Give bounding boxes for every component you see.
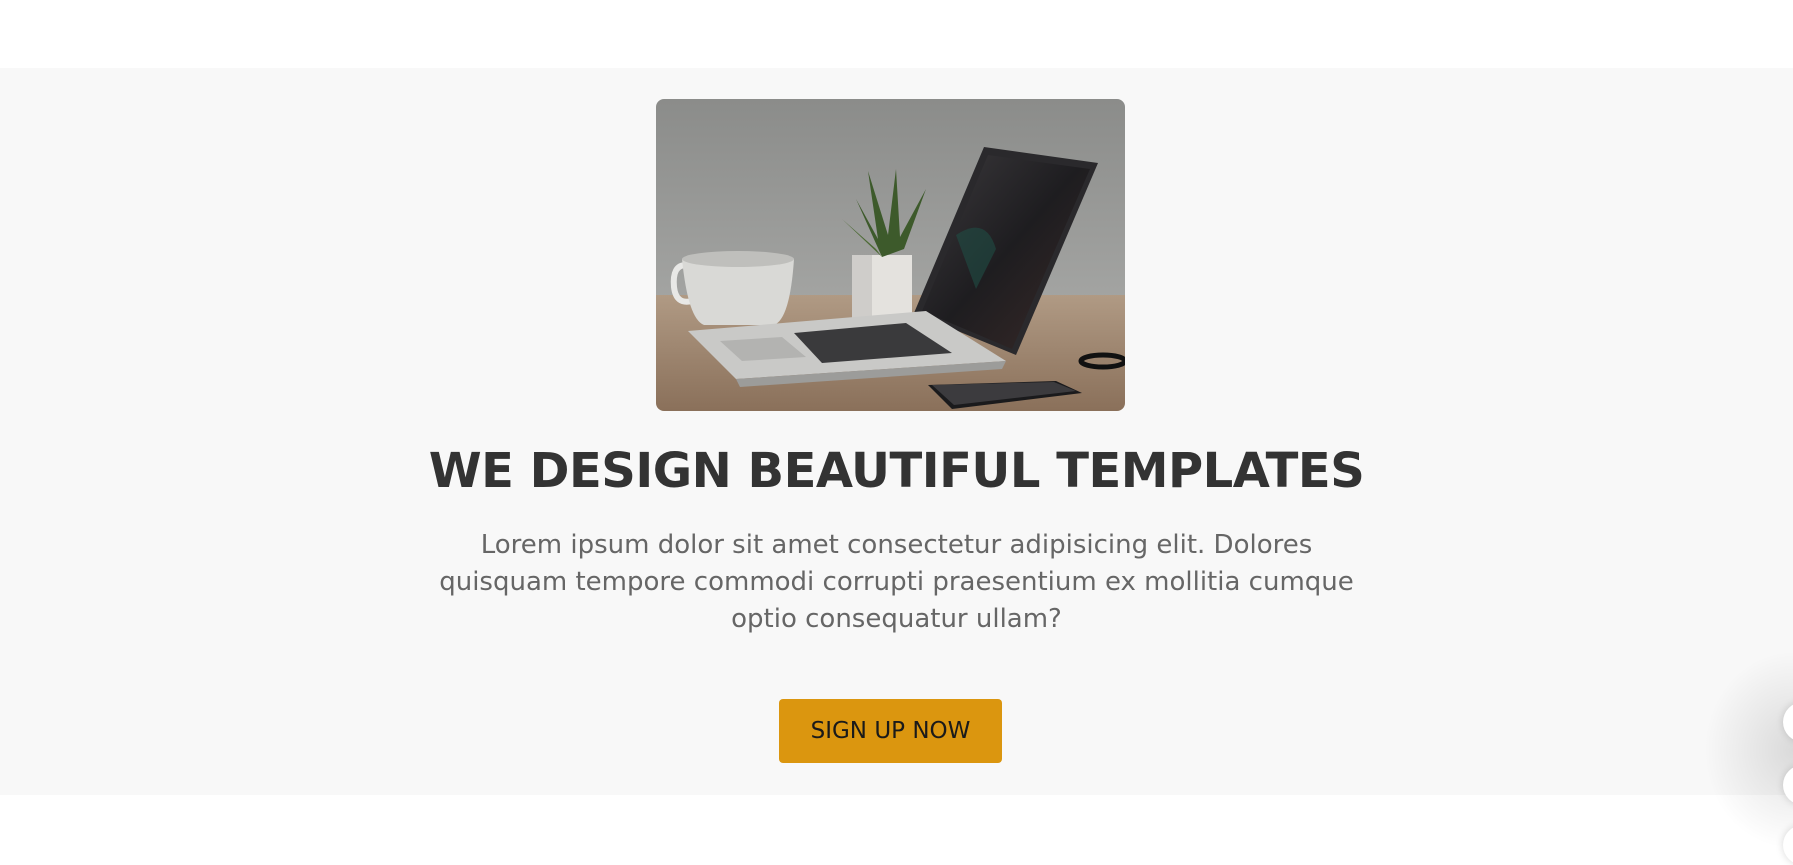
hero-section: WE DESIGN BEAUTIFUL TEMPLATES Lorem ipsu… [0,68,1793,795]
hero-description: Lorem ipsum dolor sit amet consectetur a… [439,530,1354,634]
hero-image [656,99,1125,411]
floating-widget-shadow [1703,650,1793,850]
sign-up-button[interactable]: SIGN UP NOW [779,699,1002,763]
hero-headline: WE DESIGN BEAUTIFUL TEMPLATES [428,443,1365,499]
